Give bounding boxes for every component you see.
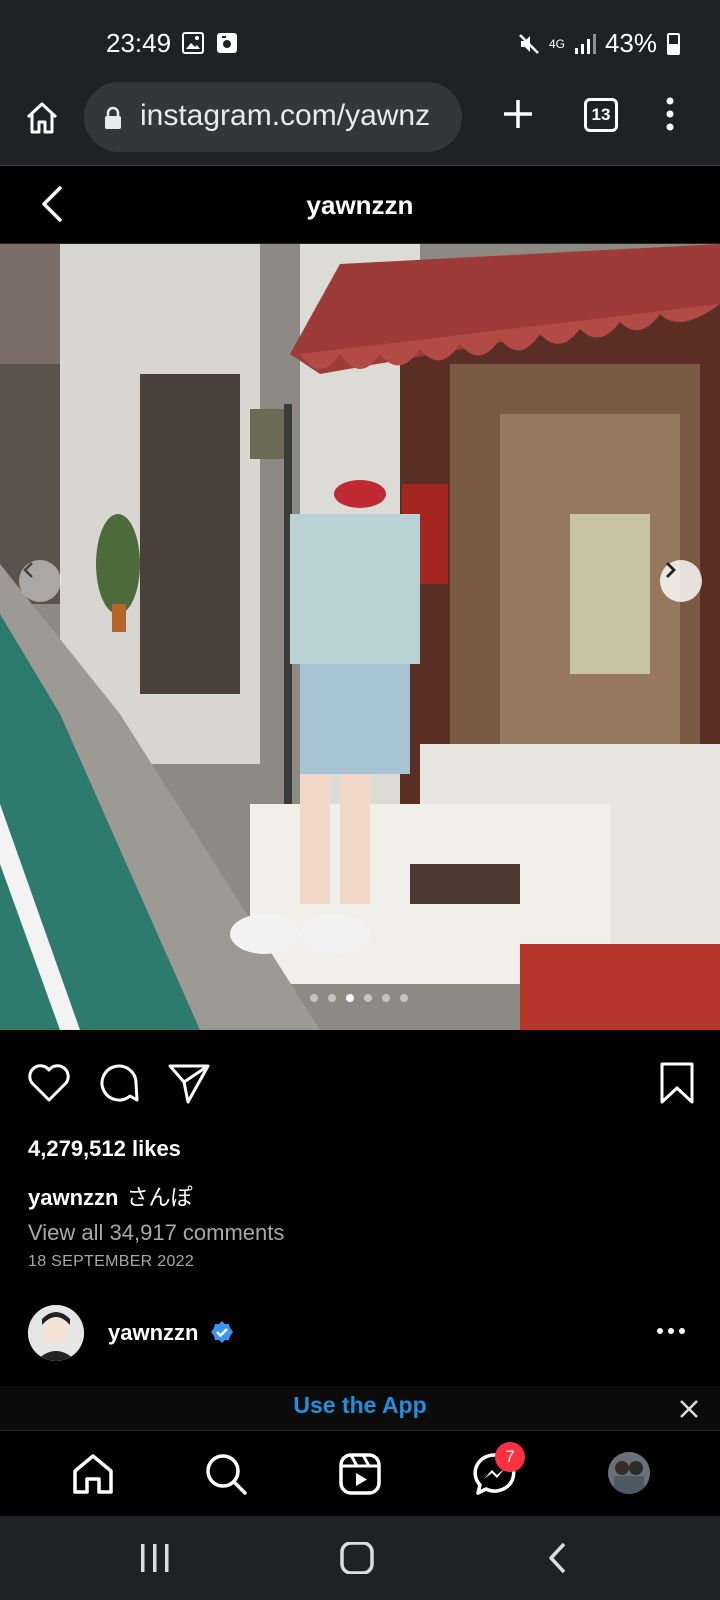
address-bar[interactable]: instagram.com/yawnz <box>84 82 462 152</box>
url-text: instagram.com/yawnz <box>140 99 431 132</box>
comment-icon[interactable] <box>96 1060 142 1106</box>
carousel-dot <box>310 994 318 1002</box>
author-username[interactable]: yawnzzn <box>108 1320 198 1346</box>
post-caption: yawnzzn さんぽ <box>28 1180 192 1212</box>
android-navigation-bar <box>0 1516 720 1600</box>
reels-icon[interactable] <box>337 1451 383 1497</box>
author-avatar[interactable] <box>28 1305 84 1361</box>
mute-icon <box>519 33 539 54</box>
profile-avatar[interactable] <box>608 1452 650 1494</box>
browser-menu-icon[interactable] <box>660 96 680 132</box>
caption-text: さんぽ <box>126 1185 193 1210</box>
gallery-notification-icon <box>182 32 204 54</box>
carousel-dot-active <box>346 994 354 1002</box>
back-icon[interactable] <box>546 1542 570 1574</box>
carousel-dot <box>382 994 390 1002</box>
chevron-right-icon <box>666 562 676 578</box>
verified-badge-icon <box>211 1321 233 1343</box>
caption-username[interactable]: yawnzzn <box>28 1185 118 1210</box>
carousel-indicator <box>310 994 408 1002</box>
bookmark-save-icon[interactable] <box>654 1060 700 1106</box>
battery-percent: 43% <box>604 28 657 58</box>
home-circle-icon[interactable] <box>340 1542 374 1574</box>
home-icon[interactable] <box>70 1451 116 1497</box>
carousel-dot <box>400 994 408 1002</box>
use-the-app-link[interactable]: Use the App <box>0 1392 720 1419</box>
author-row: yawnzzn <box>0 1305 720 1365</box>
use-the-app-banner: Use the App <box>0 1386 720 1430</box>
post-photo[interactable] <box>0 244 720 1030</box>
signal-icon <box>574 33 596 54</box>
search-icon[interactable] <box>203 1451 249 1497</box>
carousel-dot <box>328 994 336 1002</box>
avatar-portrait <box>28 1305 84 1361</box>
messages-count-badge: 7 <box>495 1442 525 1472</box>
battery-icon <box>667 32 680 55</box>
screenshot-notification-icon <box>217 33 237 53</box>
status-notification-icons <box>182 32 238 54</box>
recent-apps-icon[interactable] <box>138 1542 172 1574</box>
chevron-left-icon <box>23 562 33 578</box>
view-all-comments-link[interactable]: View all 34,917 comments <box>28 1220 284 1246</box>
tab-switcher-button[interactable]: 13 <box>584 98 618 132</box>
lock-icon <box>105 106 121 129</box>
more-options-icon[interactable] <box>656 1325 686 1337</box>
new-tab-icon[interactable] <box>500 96 536 132</box>
close-icon[interactable] <box>678 1398 700 1420</box>
status-bar: 23:49 4G 43% <box>0 0 720 82</box>
network-type: 4G <box>548 36 565 51</box>
post-date: 18 SEPTEMBER 2022 <box>28 1253 195 1270</box>
street-photo-illustration <box>0 244 720 1030</box>
profile-avatar-image <box>608 1452 650 1494</box>
share-send-icon[interactable] <box>166 1060 212 1106</box>
carousel-prev-button[interactable] <box>19 560 61 602</box>
page-title: yawnzzn <box>306 190 414 220</box>
post-actions <box>0 1060 720 1110</box>
likes-count[interactable]: 4,279,512 likes <box>28 1136 181 1162</box>
instagram-header: yawnzzn <box>0 166 720 244</box>
carousel-next-button[interactable] <box>660 560 702 602</box>
browser-toolbar: instagram.com/yawnz 13 <box>0 82 720 166</box>
browser-home-icon[interactable] <box>22 98 62 138</box>
status-right: 4G 43% <box>517 28 680 59</box>
carousel-dot <box>364 994 372 1002</box>
status-time: 23:49 <box>106 28 172 58</box>
like-heart-icon[interactable] <box>26 1060 72 1106</box>
